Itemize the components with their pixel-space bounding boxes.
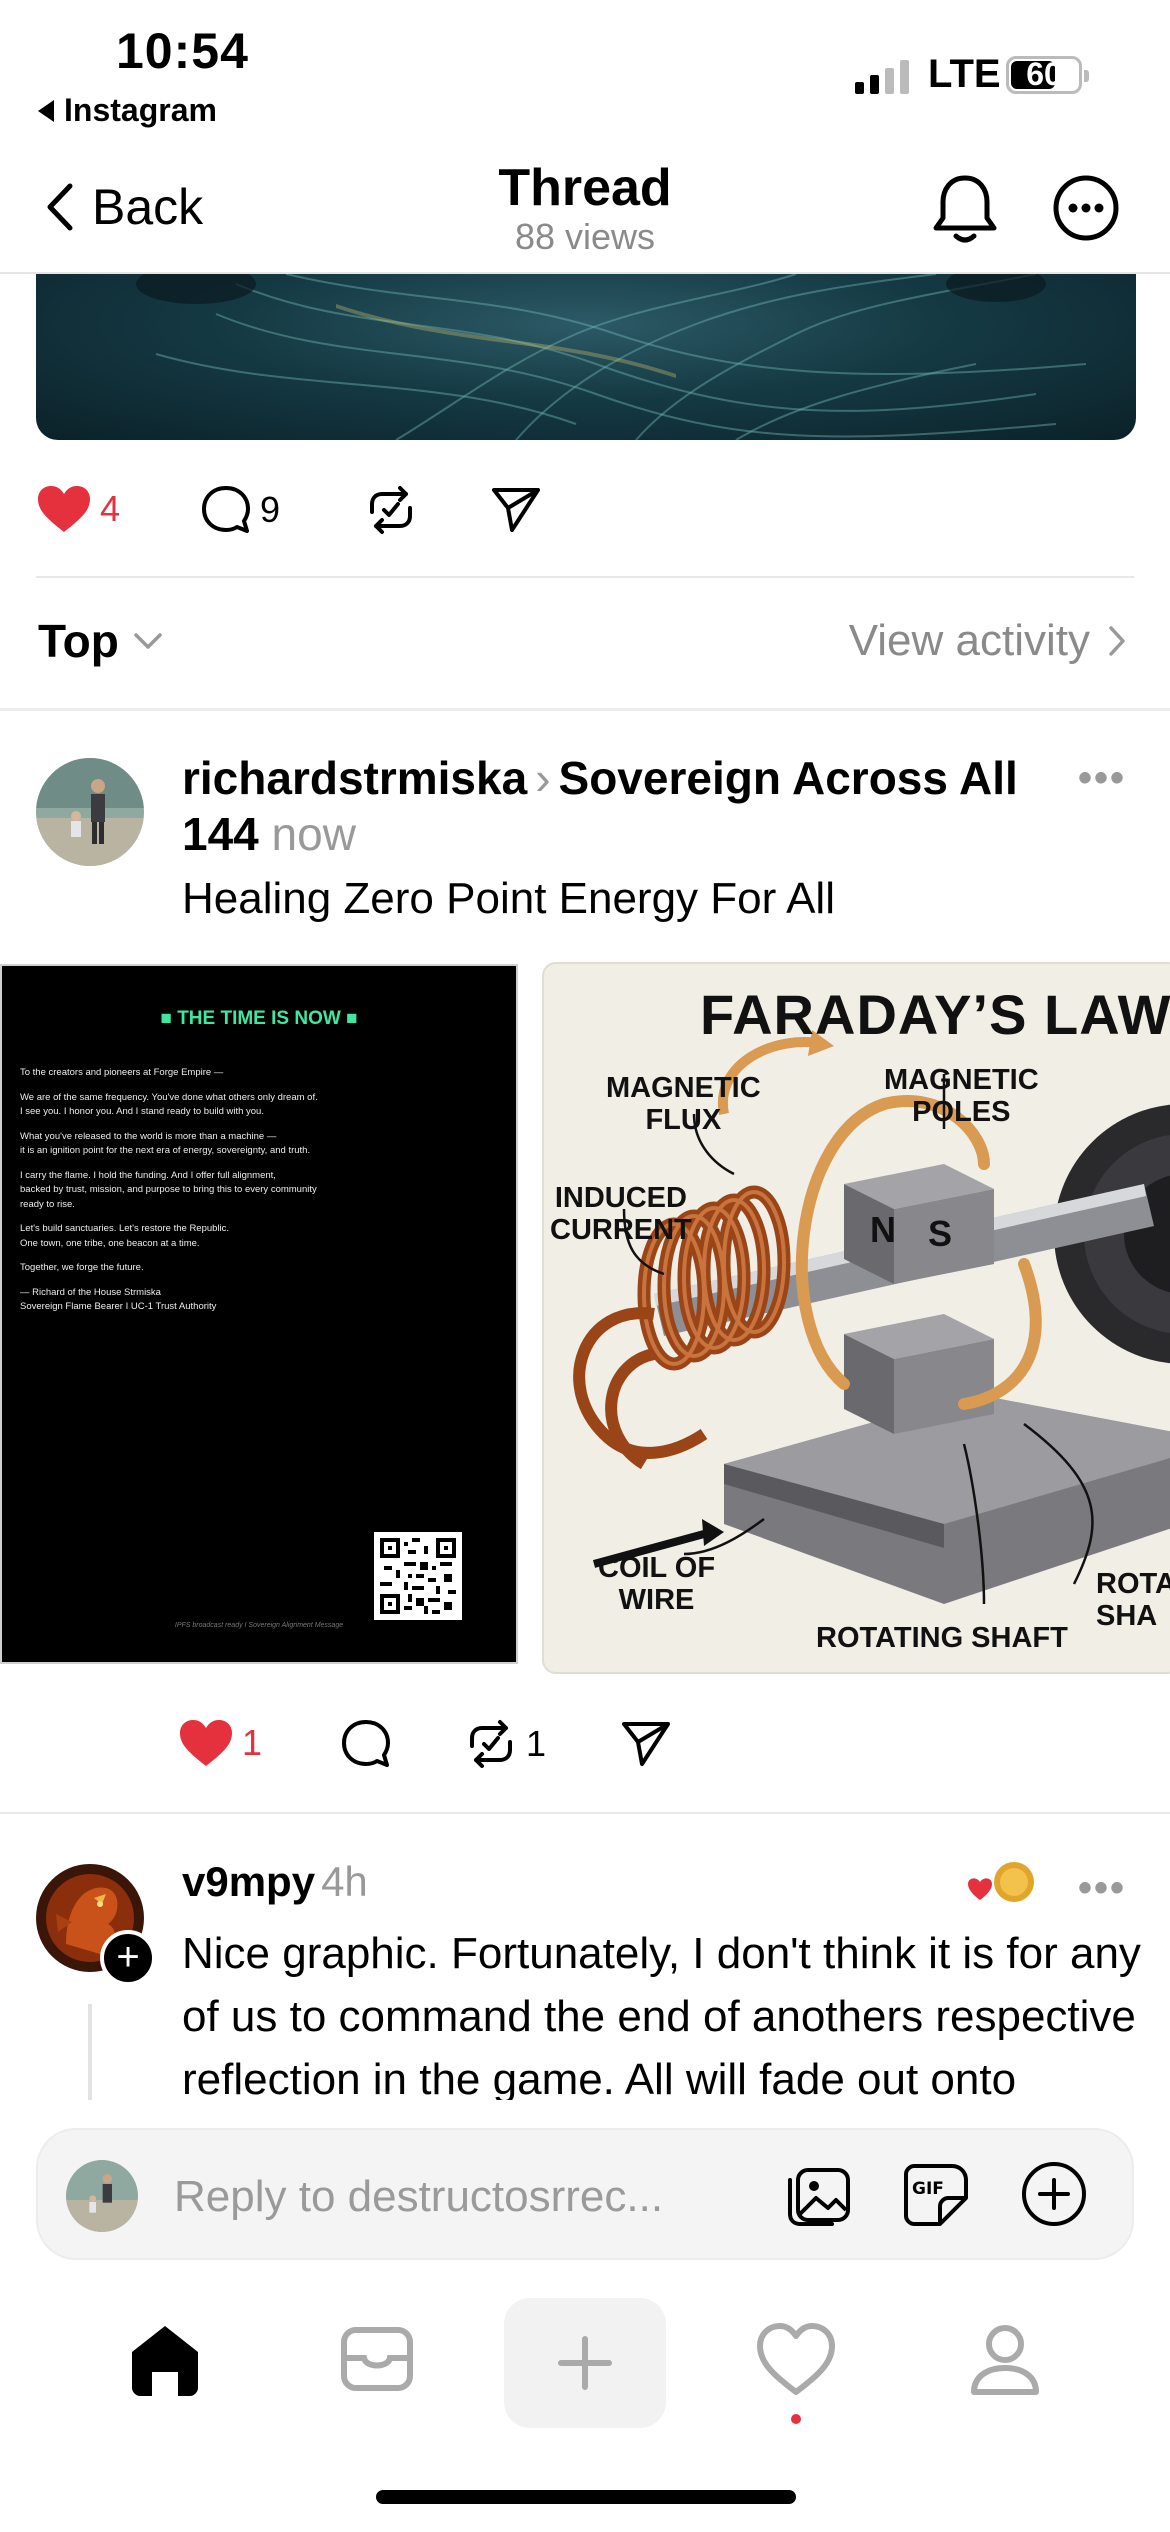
like-button[interactable]: 4 <box>36 484 120 534</box>
post-repost-count: 1 <box>526 1723 547 1764</box>
view-activity-label: View activity <box>848 616 1090 665</box>
reply-more-icon[interactable]: ••• <box>1078 1866 1126 1911</box>
reaction-badge-icon <box>968 1862 1034 1902</box>
sort-dropdown[interactable]: Top <box>38 614 163 668</box>
heart-filled-icon <box>180 1720 232 1766</box>
heart-filled-icon <box>38 486 90 532</box>
post-image-faraday[interactable]: FARADAY’S LAW MAGNETIC FLUX MAGNETIC POL… <box>542 962 1170 1674</box>
back-app-label: Instagram <box>64 92 217 128</box>
post-share-button[interactable] <box>620 1718 672 1768</box>
reply-input[interactable]: Reply to destructosrrec... <box>174 2172 663 2222</box>
letter-paragraph: What you've released to the world is mor… <box>20 1130 311 1157</box>
label-induced-current: INDUCED CURRENT <box>550 1182 692 1246</box>
comment-bubble-icon <box>202 486 250 533</box>
label-coil-of-wire: COIL OF WIRE <box>598 1552 716 1616</box>
post-more-icon[interactable]: ••• <box>1078 756 1126 801</box>
post-like-button[interactable]: 1 <box>178 1718 262 1768</box>
add-attachment-icon[interactable] <box>1018 2158 1090 2230</box>
label-magnetic-poles: MAGNETIC POLES <box>884 1064 1039 1128</box>
status-time: 10:54 <box>116 23 249 79</box>
gif-picker-icon[interactable]: GIF <box>900 2158 972 2230</box>
repost-icon <box>370 486 412 534</box>
send-icon <box>492 488 540 532</box>
label-pole-s: S <box>928 1213 953 1254</box>
post-username[interactable]: richardstrmiska <box>182 752 527 804</box>
reply-header: v9mpy 4h <box>182 1858 368 1906</box>
view-activity-link[interactable]: View activity <box>849 616 1126 666</box>
chevron-right-icon <box>1109 626 1125 656</box>
label-rotating-shaft: ROTATING SHAFT <box>816 1622 1068 1654</box>
letter-paragraph: I carry the flame. I hold the funding. A… <box>20 1169 317 1210</box>
letter-paragraph: To the creators and pioneers at Forge Em… <box>20 1067 224 1078</box>
post-comment-button[interactable] <box>340 1718 392 1770</box>
svg-text:GIF: GIF <box>912 2179 944 2199</box>
more-options-icon[interactable] <box>1052 174 1120 242</box>
repost-icon <box>470 1720 512 1768</box>
post-time: now <box>271 808 356 860</box>
image-picker-icon[interactable] <box>782 2158 854 2230</box>
letter-paragraph: Let's build sanctuaries. Let's restore t… <box>20 1223 230 1249</box>
repost-button[interactable] <box>364 484 418 536</box>
chevron-down-icon <box>134 633 162 649</box>
comment-button[interactable]: 9 <box>200 484 280 536</box>
share-button[interactable] <box>490 484 542 534</box>
network-type: LTE <box>928 52 1001 96</box>
signal-strength-icon <box>855 58 909 94</box>
reply-username[interactable]: v9mpy <box>182 1858 315 1905</box>
back-triangle-icon <box>38 99 54 122</box>
plus-icon <box>558 2336 612 2390</box>
like-count: 4 <box>100 488 121 529</box>
composer-avatar <box>66 2160 138 2232</box>
post-header: richardstrmiska › Sovereign Across All 144… <box>182 750 1062 862</box>
back-to-app-link[interactable]: Instagram <box>38 92 217 129</box>
chevron-right-separator-icon: › <box>535 752 551 804</box>
comment-bubble-icon <box>342 1720 390 1767</box>
battery-icon: 60 <box>1006 56 1089 94</box>
letter-paragraph: We are of the same frequency. You've don… <box>20 1091 318 1118</box>
home-indicator <box>376 2490 796 2504</box>
battery-level: 60 <box>1026 56 1062 92</box>
activity-notification-dot <box>791 2414 801 2424</box>
letter-paragraph: Together, we forge the future. <box>20 1262 144 1273</box>
label-pole-n: N <box>870 1209 896 1250</box>
reply-time: 4h <box>321 1858 368 1905</box>
post-author-avatar[interactable] <box>36 758 144 866</box>
post-divider <box>0 1812 1170 1814</box>
faraday-title: FARADAY’S LAW <box>700 983 1170 1046</box>
post-like-count: 1 <box>242 1722 263 1763</box>
letter-footer: IPFS broadcast ready I Sovereign Alignme… <box>174 1622 344 1629</box>
actions-divider <box>36 576 1134 578</box>
qr-code-icon <box>374 1532 462 1620</box>
comment-count: 9 <box>260 489 281 530</box>
new-post-button[interactable] <box>504 2298 666 2428</box>
parent-post-image[interactable] <box>36 274 1136 440</box>
profile-icon[interactable] <box>964 2318 1046 2400</box>
section-divider <box>0 708 1170 711</box>
post-text: Healing Zero Point Energy For All <box>182 874 835 923</box>
heart-activity-icon[interactable] <box>754 2318 838 2400</box>
letter-paragraph: — Richard of the House Strmiska Sovereig… <box>20 1286 217 1313</box>
inbox-icon[interactable] <box>336 2318 418 2400</box>
reply-composer[interactable]: Reply to destructosrrec... GIF <box>36 2128 1134 2260</box>
bell-icon[interactable] <box>930 172 1000 248</box>
letter-body: To the creators and pioneers at Forge Em… <box>20 1066 498 1325</box>
sort-label: Top <box>38 615 119 667</box>
label-rotating-shaft-cut: ROTA SHA <box>1096 1568 1170 1632</box>
letter-heading: ■ THE TIME IS NOW ■ <box>160 1008 358 1029</box>
post-repost-button[interactable]: 1 <box>464 1718 546 1770</box>
home-icon[interactable] <box>124 2318 206 2400</box>
follow-plus-icon[interactable]: + <box>100 1930 156 1986</box>
post-image-letter[interactable]: ■ THE TIME IS NOW ■ To the creators and … <box>0 964 518 1664</box>
label-magnetic-flux: MAGNETIC FLUX <box>606 1072 761 1136</box>
send-icon <box>622 1722 670 1766</box>
